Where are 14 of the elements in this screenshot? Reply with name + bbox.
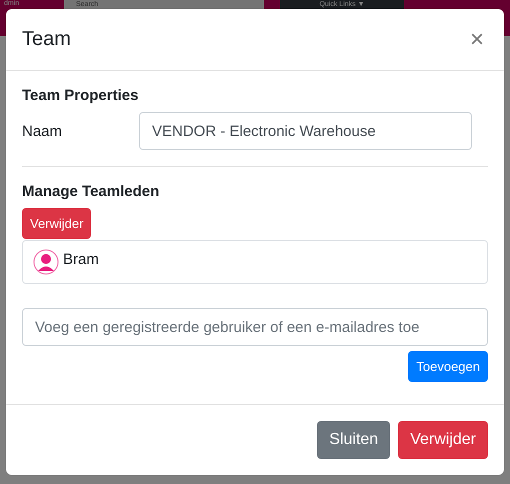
member-name: Bram xyxy=(63,250,99,268)
close-button[interactable]: × xyxy=(466,26,488,54)
add-button[interactable]: Toevoegen xyxy=(408,351,488,382)
user-avatar-icon xyxy=(33,249,59,275)
member-item[interactable]: Bram xyxy=(22,240,488,284)
section-heading: Team Properties xyxy=(22,87,140,104)
close-dialog-button[interactable]: Sluiten xyxy=(317,421,390,459)
add-member-input-field[interactable]: Voeg een geregistreerde gebruiker of een e-mailadres toe xyxy=(22,308,488,346)
name-label: Naam xyxy=(22,122,64,140)
dialog-title: Team xyxy=(22,28,71,51)
section-heading: Manage Teamleden xyxy=(22,183,160,200)
delete-button[interactable]: Verwijder xyxy=(398,421,488,459)
name-input-field[interactable]: VENDOR - Electronic Warehouse xyxy=(139,112,472,150)
remove-member-button[interactable]: Verwijder xyxy=(22,208,92,239)
